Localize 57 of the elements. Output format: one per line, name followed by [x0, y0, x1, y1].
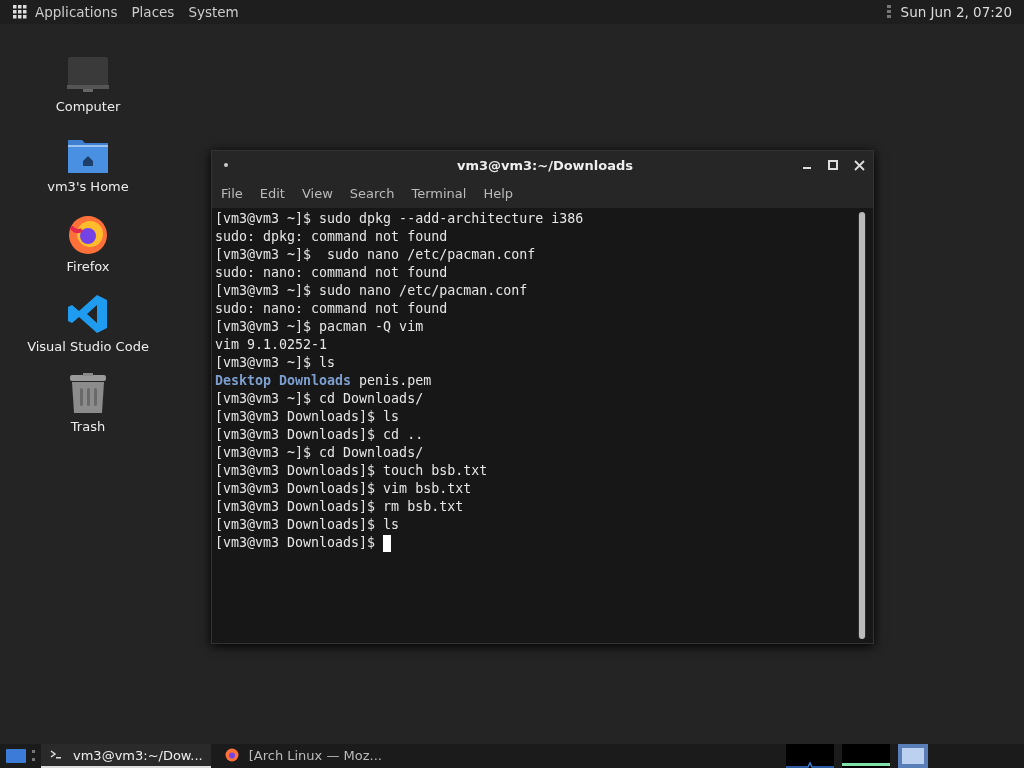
show-desktop-icon[interactable]	[6, 748, 26, 764]
menu-item[interactable]: Terminal	[411, 186, 467, 201]
window-title: vm3@vm3:~/Downloads	[455, 157, 635, 173]
trash-icon[interactable]	[68, 373, 108, 415]
terminal-line: [vm3@vm3 Downloads]$ touch bsb.txt	[215, 462, 488, 480]
firefox-icon[interactable]	[67, 213, 109, 255]
terminal-line: sudo: dpkg: command not found	[215, 228, 448, 246]
handle-icon	[886, 5, 891, 19]
vscode-icon[interactable]	[67, 293, 109, 335]
panel-menu[interactable]: Applications	[35, 4, 118, 20]
terminal-line: sudo: nano: command not found	[215, 300, 448, 318]
terminal-line: [vm3@vm3 Downloads]$ vim bsb.txt	[215, 480, 472, 498]
terminal-line: [vm3@vm3 ~]$ cd Downloads/	[215, 390, 424, 408]
terminal-line: [vm3@vm3 ~]$ sudo nano /etc/pacman.conf	[215, 246, 536, 264]
terminal-prompt: [vm3@vm3 Downloads]$	[215, 534, 376, 552]
close-icon[interactable]	[854, 159, 865, 171]
maximize-icon[interactable]	[828, 160, 838, 170]
menu-item[interactable]: View	[301, 186, 333, 201]
desktop-icon-label[interactable]: Trash	[70, 419, 106, 434]
firefox-icon	[224, 748, 239, 762]
terminal-line: [vm3@vm3 Downloads]$ rm bsb.txt	[215, 498, 464, 516]
workspace-button[interactable]	[898, 744, 928, 768]
directory-name: Downloads	[279, 372, 352, 390]
terminal-line: [vm3@vm3 ~]$ cd Downloads/	[215, 444, 424, 462]
desktop-icon-label[interactable]: Computer	[55, 99, 121, 114]
panel-menu[interactable]: System	[188, 4, 239, 20]
clock[interactable]: Sun Jun 2, 07:20	[900, 4, 1012, 20]
panel-menu[interactable]: Places	[131, 4, 175, 20]
home-folder-icon[interactable]	[67, 137, 109, 175]
text-cursor	[383, 534, 392, 552]
desktop-icon-label[interactable]: Firefox	[66, 259, 110, 274]
memory-graph-icon[interactable]	[842, 744, 890, 768]
terminal-icon	[49, 749, 63, 761]
cpu-graph-icon[interactable]	[786, 744, 834, 768]
menu-item[interactable]: File	[221, 186, 243, 201]
terminal-line: sudo: nano: command not found	[215, 264, 448, 282]
apps-grid-icon[interactable]	[13, 5, 27, 19]
terminal-line: [vm3@vm3 ~]$ ls	[215, 354, 336, 372]
menu-item[interactable]: Help	[483, 186, 514, 201]
desktop-icon-label[interactable]: Visual Studio Code	[27, 339, 149, 354]
file-name: penis.pem	[359, 372, 432, 390]
terminal-line: [vm3@vm3 Downloads]$ ls	[215, 408, 400, 426]
menu-item[interactable]: Edit	[259, 186, 285, 201]
handle-icon	[32, 750, 35, 762]
terminal-line: vim 9.1.0252-1	[215, 336, 328, 354]
menu-item[interactable]: Search	[349, 186, 395, 201]
terminal-line: [vm3@vm3 ~]$ sudo dpkg --add-architecture i386	[215, 210, 584, 228]
directory-name: Desktop	[215, 372, 272, 390]
scrollbar[interactable]	[858, 212, 866, 639]
terminal-line: [vm3@vm3 Downloads]$ ls	[215, 516, 400, 534]
taskbar-button[interactable]: [Arch Linux — Moz...	[216, 744, 390, 768]
window-menu-icon[interactable]	[224, 163, 228, 167]
terminal-line: [vm3@vm3 Downloads]$ cd ..	[215, 426, 424, 444]
taskbar-button[interactable]: vm3@vm3:~/Dow...	[41, 744, 211, 768]
desktop-icon-label[interactable]: vm3's Home	[47, 179, 129, 194]
terminal-line: [vm3@vm3 ~]$ sudo nano /etc/pacman.conf	[215, 282, 528, 300]
terminal-line: [vm3@vm3 ~]$ pacman -Q vim	[215, 318, 424, 336]
